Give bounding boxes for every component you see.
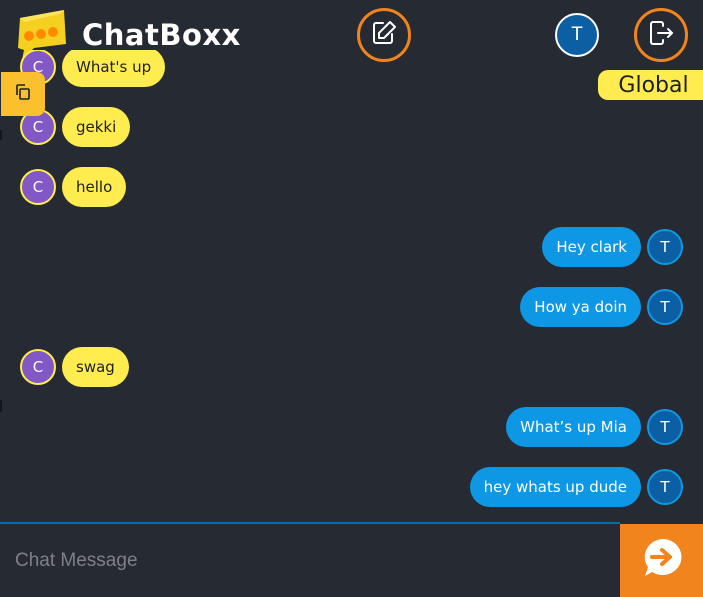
- message-incoming: C gekki: [20, 107, 180, 147]
- sender-avatar[interactable]: T: [647, 289, 683, 325]
- message-outgoing: hey whats up dude T: [423, 467, 683, 507]
- sender-avatar[interactable]: T: [647, 469, 683, 505]
- message-outgoing: How ya doin T: [423, 287, 683, 327]
- send-arrow-icon: [640, 536, 684, 585]
- message-bubble: swag: [62, 347, 129, 387]
- copy-button[interactable]: [1, 72, 45, 116]
- app-brand-name: ChatBoxx: [82, 18, 241, 52]
- message-bubble: What's up: [62, 50, 166, 87]
- sender-avatar[interactable]: T: [647, 229, 683, 265]
- edit-icon: [369, 18, 399, 53]
- message-bubble: What’s up Mia: [506, 407, 641, 447]
- message-bubble: How ya doin: [520, 287, 641, 327]
- sender-avatar[interactable]: C: [20, 169, 56, 205]
- message-incoming: C swag: [20, 347, 180, 387]
- message-bubble: hey whats up dude: [469, 467, 641, 507]
- message-list[interactable]: C What's up C gekki C hello Hey clark T …: [0, 50, 703, 522]
- sender-avatar[interactable]: C: [20, 349, 56, 385]
- message-bubble: hello: [62, 167, 127, 207]
- logout-icon: [646, 18, 676, 53]
- edge-divider: [0, 400, 2, 412]
- sender-avatar[interactable]: T: [647, 409, 683, 445]
- message-outgoing: What’s up Mia T: [423, 407, 683, 447]
- chat-message-input[interactable]: [0, 524, 620, 597]
- send-button[interactable]: [620, 524, 703, 597]
- room-name-tag: Global: [598, 70, 703, 100]
- message-outgoing: Hey clark T: [423, 227, 683, 267]
- copy-icon: [14, 83, 32, 106]
- message-bubble: gekki: [62, 107, 131, 147]
- message-bubble: Hey clark: [542, 227, 641, 267]
- message-incoming: C hello: [20, 167, 180, 207]
- edge-divider: [0, 130, 2, 140]
